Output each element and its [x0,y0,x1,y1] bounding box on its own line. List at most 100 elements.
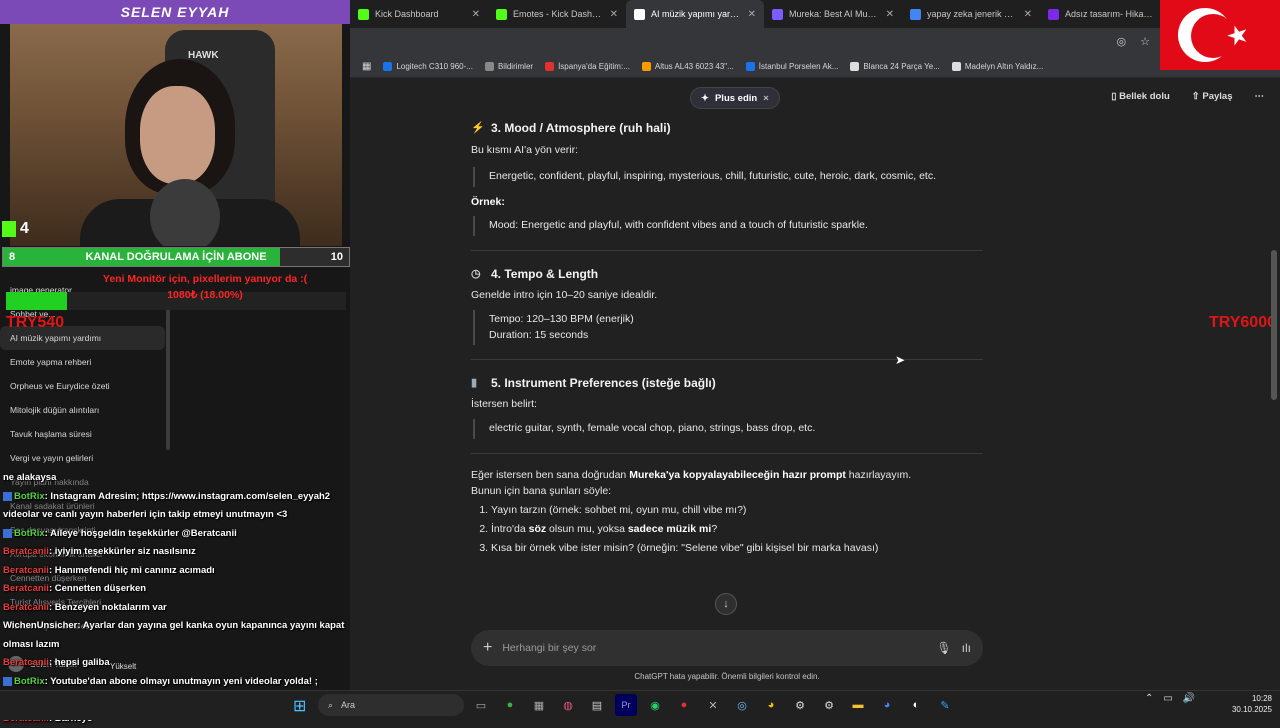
history-item[interactable]: Orpheus ve Eurydice özeti [0,374,165,398]
recorder-icon[interactable]: ● [673,694,695,716]
close-icon[interactable]: ✕ [1024,9,1032,20]
whatsapp-icon[interactable]: ◉ [644,694,666,716]
obs-icon[interactable]: ◐ [905,694,927,716]
close-icon[interactable]: ✕ [886,9,894,20]
chrome-icon[interactable]: ◕ [760,694,782,716]
history-item[interactable]: Tavuk haşlama süresi [0,422,165,446]
chat-text: : Instagram Adresim; https://www.instagr… [44,490,331,502]
browser-tab[interactable]: AI müzik yapımı yardımı ✕ [626,0,764,28]
star-icon[interactable]: ☆ [1140,35,1150,48]
voice-mode-icon[interactable]: ılı [962,641,971,655]
history-item[interactable]: Vergi ve yayın gelirleri [0,446,165,470]
message-composer[interactable]: + Herhangi bir şey sor 🎙 ılı [471,630,983,666]
chat-text: : Benzeyen noktalarım var [48,601,167,613]
calculator-icon[interactable]: ▦ [528,694,550,716]
chat-text: : iyiyim teşekkürler siz nasılsınız [48,546,196,558]
close-icon[interactable]: × [763,93,769,104]
chrome-active-icon[interactable]: ◕ [876,694,898,716]
mod-badge-icon [3,676,12,686]
bookmark-item[interactable]: İstanbul Porselen Ak... [745,62,838,71]
premiere-icon[interactable]: Pr [615,694,637,716]
bookmark-item[interactable]: Bildirimler [484,62,533,71]
history-item[interactable]: Mitolojik düğün alıntıları [0,398,165,422]
chat-username: Beratcanii [3,564,49,576]
photos-icon[interactable]: ◍ [557,694,579,716]
bold-text: Mureka'ya kopyalayabileceğin hazır promp… [629,468,846,481]
browser-tab[interactable]: Emotes - Kick Dashboard ✕ [488,0,626,28]
files-icon[interactable]: ▤ [586,694,608,716]
windows-start-icon[interactable]: ⊞ [293,696,306,716]
composer-input[interactable]: Herhangi bir şey sor [502,642,926,654]
close-icon[interactable]: ✕ [748,9,756,20]
chat-text: olması lazım [3,638,60,650]
paragraph: İstersen belirt: [471,398,537,411]
bookmarks-bar: ▦ Logitech C310 960-... Bildirimler İspany… [350,56,1280,78]
lightning-icon: ⚡ [471,121,485,134]
memory-full-button[interactable]: ▯ Bellek dolu [1111,91,1170,102]
browser-tab[interactable]: Kick Dashboard ✕ [350,0,488,28]
more-options-icon[interactable]: ⋯ [1255,91,1265,102]
share-icon: ⇧ [1191,91,1203,102]
volume-icon[interactable]: 🔊 [1183,693,1195,704]
bookmark-item[interactable]: Blanca 24 Parça Ye... [850,62,940,71]
bookmark-item[interactable]: Madelyn Altın Yaldız... [951,62,1044,71]
get-plus-button[interactable]: ✦ Plus edin × [690,87,780,109]
browser-tab[interactable]: Adsız tasarım- Hikayeniz✕ [1040,0,1178,28]
webcam-feed: HAWK [10,24,342,246]
network-icon[interactable]: ▭ [1163,693,1172,704]
section-heading: ◷ 4. Tempo & Length [471,265,986,283]
share-button[interactable]: ⇧ Paylaş [1192,91,1233,102]
chat-username: Beratcanii [3,583,49,595]
taskbar-search[interactable]: ⌕ Ara [318,694,464,716]
bookmark-item[interactable]: Logitech C310 960-... [383,62,473,71]
tab-favicon-icon [358,8,369,20]
paint-icon[interactable]: ✎ [934,694,956,716]
page-scrollbar[interactable] [1271,250,1277,400]
bookmark-label: Madelyn Altın Yaldız... [964,62,1044,71]
bookmark-item[interactable]: Altus AL43 6023 43"... [641,62,734,71]
scroll-down-button[interactable]: ↓ [715,593,737,615]
paragraph: Bunun için bana şunları söyle: [471,484,612,497]
sidebar-scrollbar[interactable] [166,300,170,450]
tab-label: Kick Dashboard [375,9,439,19]
taskbar-search-label: Ara [341,700,356,710]
bookmark-favicon-icon [951,62,961,71]
chat-text: : Youtube'dan abone olmayı unutmayın yen… [44,675,318,687]
chat-username: BotRix [14,490,45,502]
eye-off-icon[interactable]: ◎ [1117,35,1127,48]
mouse-cursor-icon: ➤ [895,353,906,367]
task-view-icon[interactable]: ▭ [470,694,492,716]
xbox-icon[interactable]: ● [499,694,521,716]
settings-icon[interactable]: ⚙ [789,694,811,716]
capcut-icon[interactable]: ✕ [702,694,724,716]
close-icon[interactable]: ✕ [472,9,480,20]
apps-grid-icon[interactable]: ▦ [362,61,371,72]
history-item-label: Vergi ve yayın gelirleri [10,453,94,463]
chevron-up-icon[interactable]: ⌃ [1145,693,1153,704]
sparkle-icon: ✦ [701,92,709,104]
close-icon[interactable]: ✕ [610,9,618,20]
plus-icon[interactable]: + [483,639,492,657]
chat-username: Beratcanii [3,657,49,669]
duration-line: Duration: 15 seconds [489,328,589,341]
section-heading: ⚡ 3. Mood / Atmosphere (ruh hali) [471,119,986,137]
bookmark-favicon-icon [383,62,393,71]
text: hazırlayayım. [845,468,912,481]
clock[interactable]: 10:28 30.10.2025 [1228,693,1272,715]
browser-tab[interactable]: Mureka: Best AI Music Ge ✕ [764,0,902,28]
instrument-icon: ▮ [471,377,478,389]
folder-icon[interactable]: ▬ [847,694,869,716]
tab-favicon-icon [496,8,507,20]
history-item[interactable]: Emote yapma rehberi [0,350,165,374]
viewer-count: 4 [2,220,29,238]
gear-icon[interactable]: ⚙ [818,694,840,716]
sub-goal-bar: 8 KANAL DOĞRULAMA İÇİN ABONE 10 [2,247,350,267]
tab-label: Mureka: Best AI Music Ge [789,9,880,19]
donation-goal-text: Yeni Monitör için, pixellerim yanıyor da… [60,273,350,304]
browser-tab[interactable]: yapay zeka jenerik üzik yo ✕ [902,0,1040,28]
mic-icon[interactable]: 🎙 [936,641,951,655]
clock-date: 30.10.2025 [1231,705,1272,715]
steam-icon[interactable]: ◎ [731,694,753,716]
chat-text: : Hanımefendi hiç mi canınız acımadı [48,564,215,576]
bookmark-item[interactable]: İspanya'da Eğitim:... [545,62,630,71]
